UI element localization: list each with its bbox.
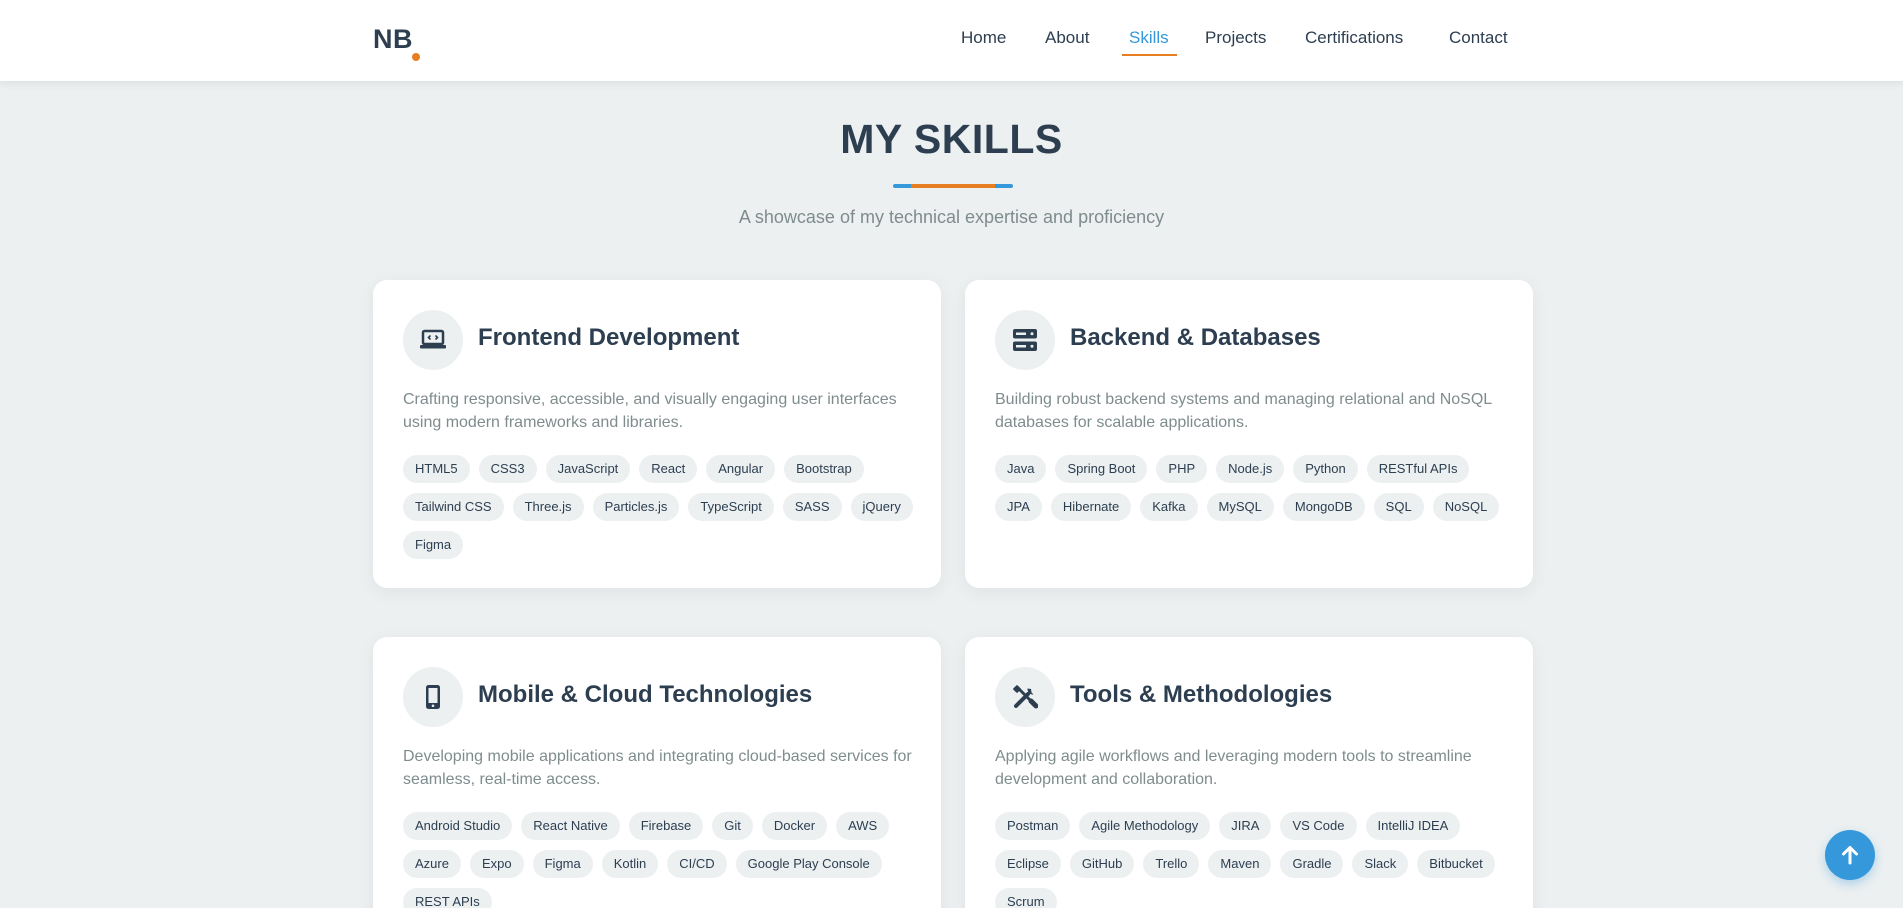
card-title: Frontend Development <box>478 324 740 351</box>
skill-tag[interactable]: Spring Boot <box>1055 455 1148 483</box>
skill-tag[interactable]: Slack <box>1352 850 1409 878</box>
mobile-icon <box>403 667 463 727</box>
skill-tag[interactable]: NoSQL <box>1432 493 1500 521</box>
skill-tag[interactable]: React <box>639 455 698 483</box>
card-description: Developing mobile applications and integ… <box>403 748 912 788</box>
tools-icon <box>995 667 1055 727</box>
skill-tag[interactable]: RESTful APIs <box>1366 455 1470 483</box>
skill-tag[interactable]: VS Code <box>1280 812 1357 840</box>
card-description: Crafting responsive, accessible, and vis… <box>403 391 897 431</box>
skill-tag[interactable]: Firebase <box>628 812 704 840</box>
nav-link-skills[interactable]: Skills <box>1129 28 1169 48</box>
server-icon <box>995 310 1055 370</box>
skill-tag[interactable]: PHP <box>1156 455 1208 483</box>
skill-tag[interactable]: Java <box>995 455 1047 483</box>
skill-tag[interactable]: IntelliJ IDEA <box>1365 812 1461 840</box>
skill-tag[interactable]: AWS <box>836 812 890 840</box>
section-subtitle: A showcase of my technical expertise and… <box>738 207 1165 227</box>
skill-tag[interactable]: Expo <box>469 850 524 878</box>
skill-tag[interactable]: Postman <box>995 812 1071 840</box>
skill-tag[interactable]: MongoDB <box>1282 493 1365 521</box>
active-nav-underline <box>1122 54 1177 56</box>
skill-tag[interactable]: GitHub <box>1069 850 1135 878</box>
skill-tag[interactable]: Docker <box>761 812 828 840</box>
arrow-up-icon <box>1842 846 1858 865</box>
skill-tag[interactable]: Bootstrap <box>784 455 864 483</box>
skill-tag[interactable]: Bitbucket <box>1417 850 1495 878</box>
skill-tag[interactable]: Maven <box>1208 850 1272 878</box>
skill-tag[interactable]: MySQL <box>1206 493 1274 521</box>
skill-tag[interactable]: Azure <box>403 850 461 878</box>
tag-list: Postman Agile Methodology JIRA VS Code I… <box>995 812 1515 908</box>
skill-tag[interactable]: Git <box>712 812 753 840</box>
skill-tag[interactable]: jQuery <box>850 493 913 521</box>
skill-tag[interactable]: Google Play Console <box>735 850 882 878</box>
skill-card-tools: Tools & Methodologies Applying agile wor… <box>965 637 1533 908</box>
nav-link-certifications[interactable]: Certifications <box>1305 28 1403 48</box>
skill-tag[interactable]: Node.js <box>1216 455 1285 483</box>
nav-link-about[interactable]: About <box>1045 28 1089 48</box>
skill-tag[interactable]: Android Studio <box>403 812 513 840</box>
skill-tag[interactable]: Agile Methodology <box>1079 812 1211 840</box>
skill-tag[interactable]: React Native <box>521 812 620 840</box>
skill-tag[interactable]: Kotlin <box>601 850 659 878</box>
card-title: Backend & Databases <box>1070 324 1321 351</box>
skill-tag[interactable]: REST APIs <box>403 888 492 908</box>
nav-link-home[interactable]: Home <box>961 28 1006 48</box>
skill-tag[interactable]: CI/CD <box>667 850 727 878</box>
card-title: Mobile & Cloud Technologies <box>478 681 813 708</box>
skill-card-backend: Backend & Databases Building robust back… <box>965 280 1533 588</box>
skill-tag[interactable]: Python <box>1293 455 1358 483</box>
skill-tag[interactable]: HTML5 <box>403 455 470 483</box>
skill-tag[interactable]: Trello <box>1143 850 1200 878</box>
skill-tag[interactable]: Tailwind CSS <box>403 493 504 521</box>
tag-list: HTML5 CSS3 JavaScript React Angular Boot… <box>403 455 923 559</box>
skill-card-frontend: Frontend Development Crafting responsive… <box>373 280 941 588</box>
tag-list: Java Spring Boot PHP Node.js Python REST… <box>995 455 1515 521</box>
laptop-code-icon <box>403 310 463 370</box>
section-title: MY SKILLS <box>840 116 1063 162</box>
navbar: NB Home About Skills Projects Certificat… <box>0 0 1903 81</box>
skill-tag[interactable]: Figma <box>532 850 593 878</box>
skill-tag[interactable]: Particles.js <box>592 493 680 521</box>
title-divider <box>893 184 1013 188</box>
skill-tag[interactable]: JIRA <box>1219 812 1272 840</box>
tag-list: Android Studio React Native Firebase Git… <box>403 812 923 908</box>
skill-tag[interactable]: Gradle <box>1280 850 1344 878</box>
card-title: Tools & Methodologies <box>1070 681 1333 708</box>
nav-links: Home About Skills Projects Certification… <box>0 28 1903 58</box>
skill-tag[interactable]: SQL <box>1373 493 1424 521</box>
skill-tag[interactable]: Kafka <box>1140 493 1198 521</box>
skill-tag[interactable]: Hibernate <box>1050 493 1132 521</box>
skill-tag[interactable]: JavaScript <box>545 455 631 483</box>
skill-tag[interactable]: Angular <box>706 455 776 483</box>
skill-tag[interactable]: SASS <box>782 493 842 521</box>
skill-tag[interactable]: Eclipse <box>995 850 1061 878</box>
skill-tag[interactable]: TypeScript <box>688 493 774 521</box>
scroll-to-top-button[interactable] <box>1825 830 1875 880</box>
card-description: Applying agile workflows and leveraging … <box>995 748 1472 788</box>
nav-link-contact[interactable]: Contact <box>1449 28 1508 48</box>
skill-card-mobile-cloud: Mobile & Cloud Technologies Developing m… <box>373 637 941 908</box>
skill-tag[interactable]: JPA <box>995 493 1042 521</box>
skill-tag[interactable]: Figma <box>403 531 464 559</box>
skill-tag[interactable]: Three.js <box>512 493 584 521</box>
card-description: Building robust backend systems and mana… <box>995 391 1492 431</box>
skill-tag[interactable]: CSS3 <box>478 455 537 483</box>
skill-tag[interactable]: Scrum <box>995 888 1057 908</box>
nav-link-projects[interactable]: Projects <box>1205 28 1266 48</box>
